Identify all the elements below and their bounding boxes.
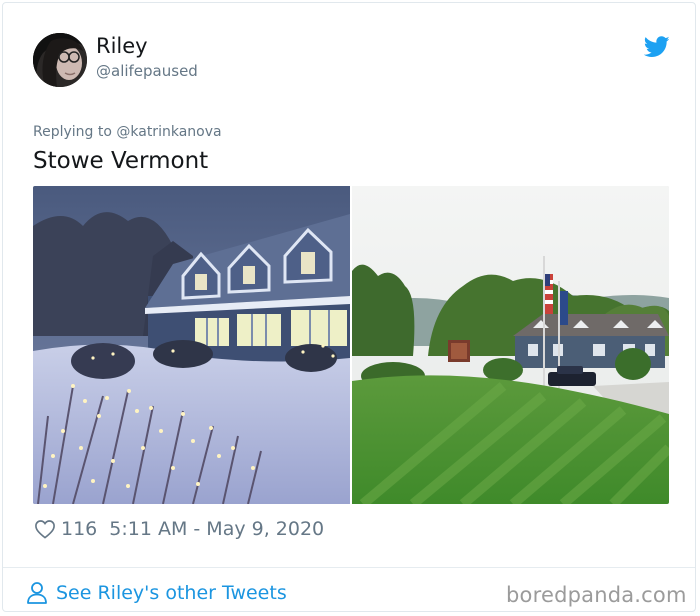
tweet-text: Stowe Vermont bbox=[33, 148, 209, 174]
tweet-meta: 116 5:11 AM - May 9, 2020 bbox=[34, 516, 324, 542]
us-flag bbox=[545, 274, 553, 314]
tweet-card: Riley @alifepaused Replying to @katrinka… bbox=[2, 2, 696, 612]
photo-summer-day bbox=[352, 186, 669, 504]
avatar[interactable] bbox=[33, 33, 87, 87]
media-photos bbox=[33, 186, 669, 504]
tweet-media[interactable] bbox=[33, 186, 669, 504]
timestamp[interactable]: 5:11 AM - May 9, 2020 bbox=[109, 518, 324, 540]
heart-icon[interactable] bbox=[34, 519, 56, 539]
person-icon bbox=[27, 582, 47, 604]
divider bbox=[3, 567, 695, 568]
photo-winter-night bbox=[33, 186, 350, 504]
like-count[interactable]: 116 bbox=[61, 518, 97, 540]
twitter-bird-icon[interactable] bbox=[644, 36, 670, 58]
replying-to[interactable]: Replying to @katrinkanova bbox=[33, 123, 222, 141]
watermark: boredpanda.com bbox=[506, 583, 687, 607]
see-other-tweets-label: See Riley's other Tweets bbox=[56, 582, 287, 604]
see-other-tweets-link[interactable]: See Riley's other Tweets bbox=[26, 578, 287, 608]
display-name[interactable]: Riley bbox=[96, 33, 148, 59]
user-handle[interactable]: @alifepaused bbox=[96, 61, 198, 81]
avatar-image bbox=[33, 33, 87, 87]
